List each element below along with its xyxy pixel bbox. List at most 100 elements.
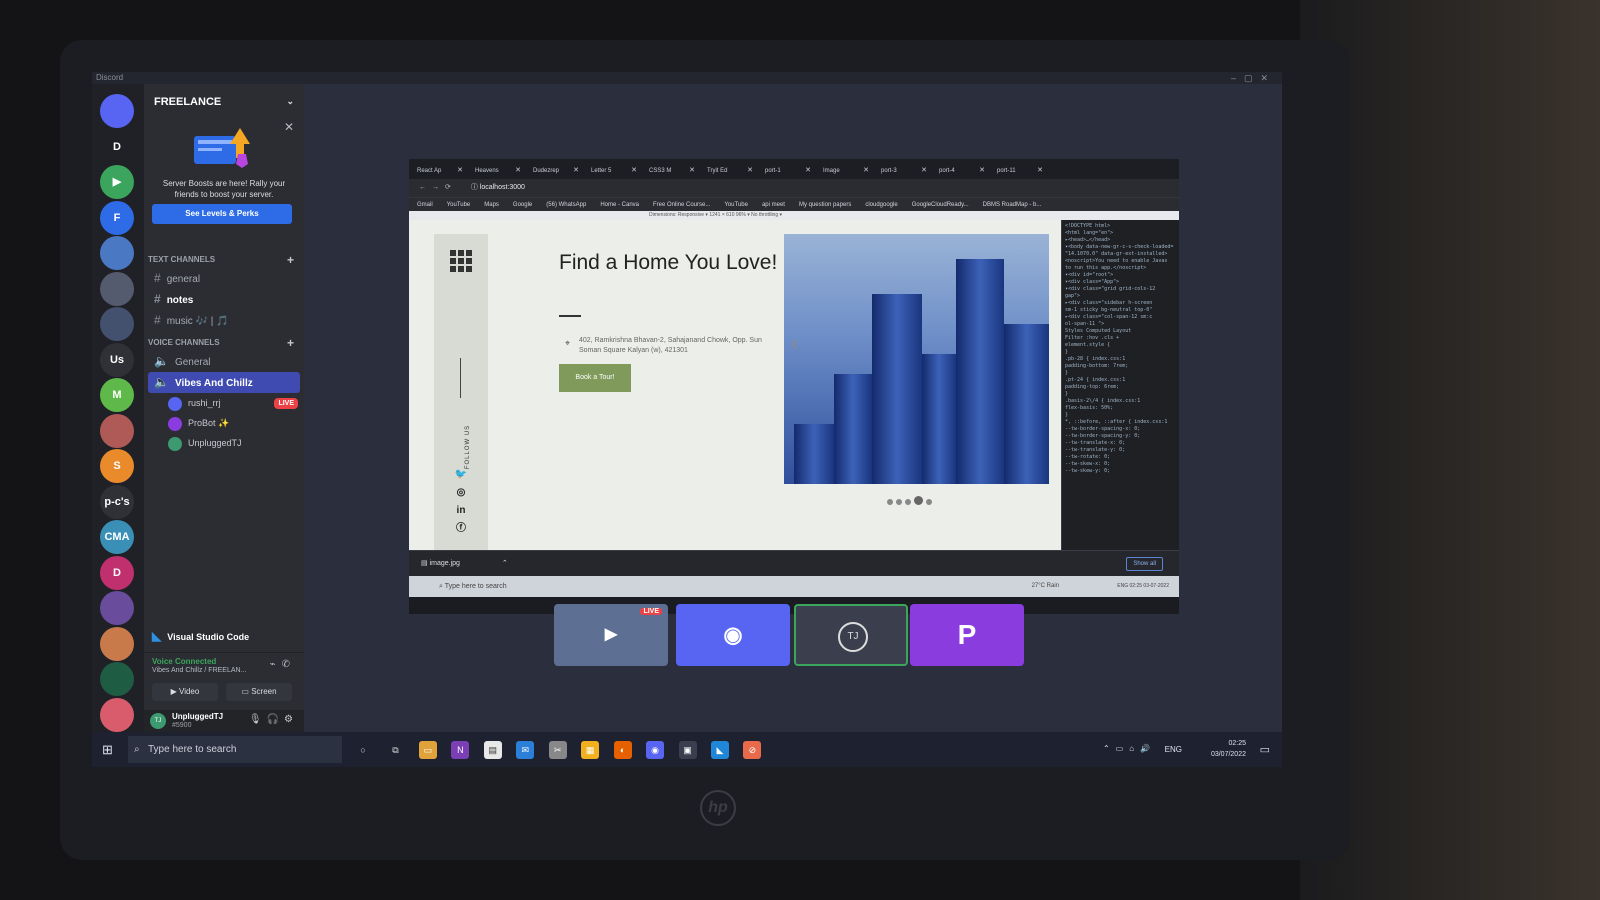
participant-tile-probot[interactable]: P — [910, 604, 1024, 666]
avatar[interactable]: TJ — [150, 713, 166, 729]
onenote-icon[interactable]: N — [451, 741, 470, 759]
close-tab-icon[interactable]: ✕ — [747, 161, 753, 179]
browser-tab[interactable]: Dudezrep ✕ — [525, 161, 583, 179]
taskbar-search[interactable]: ⌕ Type here to search — [128, 736, 342, 763]
nav-arrows-icon[interactable]: ←→⟳ — [419, 184, 457, 191]
download-filename[interactable]: image.jpg — [430, 560, 460, 567]
show-all-button[interactable]: Show all — [1126, 557, 1163, 571]
bookmark-item[interactable]: Home - Canva — [600, 198, 639, 211]
bookmark-item[interactable]: Free Online Course... — [653, 198, 710, 211]
disconnect-icon[interactable]: ⌁✆ — [270, 659, 296, 670]
server-icon[interactable]: F — [100, 200, 134, 235]
headphones-icon[interactable]: 🎧 — [267, 714, 284, 725]
voice-channel-general[interactable]: 🔈 General — [144, 351, 304, 372]
chevron-left-icon[interactable]: ‹ — [791, 330, 798, 356]
bookmark-item[interactable]: YouTube — [447, 198, 471, 211]
browser-tab[interactable]: port-4 ✕ — [931, 161, 989, 179]
server-icon[interactable]: M — [100, 378, 134, 412]
menu-grid-icon[interactable] — [450, 250, 472, 272]
window-controls[interactable]: –▢✕ — [1231, 72, 1276, 84]
carousel-dot-active[interactable] — [914, 496, 923, 505]
server-icon[interactable] — [100, 307, 134, 341]
carousel-dot[interactable] — [905, 499, 911, 505]
participant-tile-rushi[interactable]: ◉ — [676, 604, 790, 666]
browser-tab[interactable]: Tryit Ed ✕ — [699, 161, 757, 179]
server-icon[interactable]: S — [100, 449, 134, 483]
browser-tab[interactable]: port-3 ✕ — [873, 161, 931, 179]
voice-member[interactable]: rushi_rrj LIVE — [144, 393, 304, 413]
server-icon[interactable] — [100, 94, 134, 128]
stream-tile[interactable]: LIVE ▶ — [554, 604, 668, 666]
carousel-dot[interactable] — [887, 499, 893, 505]
sticky-notes-icon[interactable]: ▦ — [581, 741, 600, 759]
bookmark-item[interactable]: Google — [513, 198, 532, 211]
server-icon[interactable]: ▶ — [100, 165, 134, 199]
close-tab-icon[interactable]: ✕ — [1037, 161, 1043, 179]
close-tab-icon[interactable]: ✕ — [689, 161, 695, 179]
chevron-down-icon[interactable]: ⌄ — [286, 96, 294, 107]
browser-tab[interactable]: Image ✕ — [815, 161, 873, 179]
bookmark-item[interactable]: Maps — [484, 198, 499, 211]
language-indicator[interactable]: ENG — [1165, 745, 1182, 754]
browser-tab[interactable]: Letter 5 ✕ — [583, 161, 641, 179]
server-icon[interactable]: Us — [100, 342, 134, 377]
video-button[interactable]: ▶ Video — [152, 683, 218, 701]
browser-tab[interactable]: React Ap ✕ — [409, 161, 467, 179]
server-icon[interactable]: D — [100, 555, 134, 590]
close-icon[interactable]: ✕ — [284, 120, 294, 134]
server-icon[interactable] — [100, 662, 134, 696]
server-icon[interactable] — [100, 626, 134, 661]
voice-channels-category[interactable]: VOICE CHANNELS + — [144, 335, 304, 351]
instagram-icon[interactable]: ◎ — [454, 486, 468, 500]
carousel-dot[interactable] — [896, 499, 902, 505]
channel-music[interactable]: # music 🎶 | 🎵 — [144, 310, 304, 331]
bookmark-item[interactable]: (56) WhatsApp — [546, 198, 586, 211]
vscode-icon[interactable]: ◣ — [710, 741, 729, 759]
postman-icon[interactable]: ⊘ — [743, 741, 762, 759]
user-controls[interactable]: 🎙🎧⚙ — [249, 714, 298, 725]
server-icon[interactable]: CMA — [100, 520, 134, 554]
server-icon[interactable] — [100, 697, 134, 732]
add-channel-icon[interactable]: + — [287, 252, 294, 268]
bookmark-item[interactable]: Gmail — [417, 198, 433, 211]
snipping-tool-icon[interactable]: ✂ — [548, 741, 567, 759]
server-icon[interactable] — [100, 236, 134, 270]
terminal-icon[interactable]: ▣ — [678, 741, 697, 759]
cortana-icon[interactable]: ○ — [354, 741, 372, 759]
close-tab-icon[interactable]: ✕ — [805, 161, 811, 179]
book-tour-button[interactable]: Book a Tour! — [559, 364, 631, 392]
carousel-dot[interactable] — [926, 499, 932, 505]
voice-channel-vibes[interactable]: 🔈 Vibes And Chillz — [148, 372, 300, 393]
add-channel-icon[interactable]: + — [287, 335, 294, 351]
mail-icon[interactable]: ✉ — [516, 741, 535, 759]
browser-tab[interactable]: port-1 ✕ — [757, 161, 815, 179]
server-icon[interactable] — [100, 413, 134, 448]
mic-icon[interactable]: 🎙 — [249, 714, 267, 725]
tray-icons[interactable]: ⌃▭⌂🔊 — [1103, 744, 1156, 753]
levels-perks-button[interactable]: See Levels & Perks — [152, 204, 292, 224]
close-tab-icon[interactable]: ✕ — [979, 161, 985, 179]
notification-icon[interactable]: ▭ — [1260, 743, 1270, 756]
facebook-icon[interactable]: ⓕ — [454, 522, 468, 536]
browser-tab[interactable]: Heavens ✕ — [467, 161, 525, 179]
firefox-icon[interactable]: ◐ — [613, 741, 632, 759]
channel-general[interactable]: # general — [144, 268, 304, 289]
participant-tile-tj[interactable]: TJ — [794, 604, 908, 666]
bookmark-item[interactable]: My question papers — [799, 198, 851, 211]
file-explorer-icon[interactable]: ▭ — [418, 741, 437, 759]
address-bar[interactable]: ←→⟳ ⓘ localhost:3000 — [409, 179, 1179, 197]
windows-start-icon[interactable]: ⊞ — [102, 742, 113, 758]
linkedin-icon[interactable]: in — [454, 504, 468, 518]
server-icon[interactable] — [100, 271, 134, 306]
server-icon[interactable] — [100, 591, 134, 625]
bookmark-item[interactable]: GoogleCloudReady... — [912, 198, 969, 211]
server-icon[interactable]: D — [100, 129, 134, 164]
close-tab-icon[interactable]: ✕ — [863, 161, 869, 179]
voice-member[interactable]: UnpluggedTJ — [144, 433, 304, 453]
notepad-icon[interactable]: ▤ — [483, 741, 502, 759]
bookmark-item[interactable]: cloudgoogle — [865, 198, 897, 211]
voice-member[interactable]: ProBot ✨ — [144, 413, 304, 433]
channel-notes[interactable]: # notes — [144, 289, 304, 310]
bookmark-item[interactable]: YouTube — [724, 198, 748, 211]
carousel-dots[interactable] — [887, 492, 935, 510]
